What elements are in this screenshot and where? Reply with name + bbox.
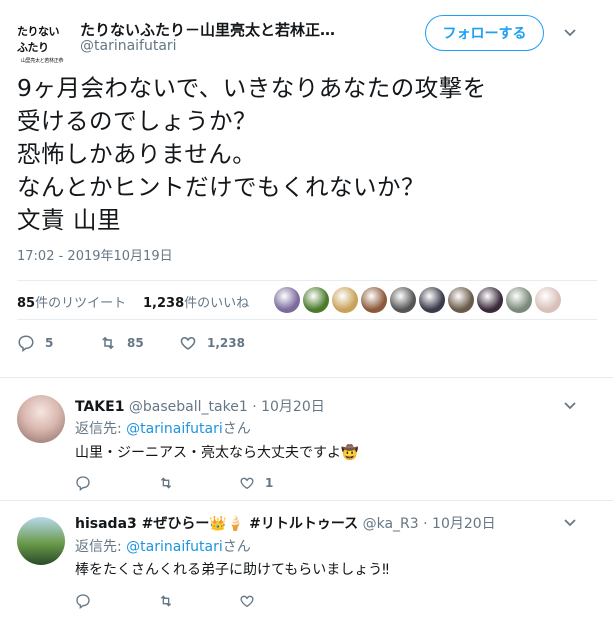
reply-text: 山里・ジーニアス・亮太なら大丈夫ですよ🤠 <box>75 445 359 461</box>
retweet-stat-label: 件のリツイート <box>35 296 127 311</box>
avatar-logo-text: たりないふたり <box>17 24 60 54</box>
avatar[interactable] <box>17 517 65 565</box>
tweet-line: 受けるのでしょうか？ <box>17 107 257 135</box>
tweet-line: なんとかヒントだけでもくれないか？ <box>17 173 425 201</box>
retweet-count: 85 <box>127 336 144 350</box>
liker-avatar-8[interactable] <box>477 287 503 313</box>
follow-button[interactable]: フォローする <box>425 15 544 51</box>
reply-action[interactable] <box>75 475 101 491</box>
reply-icon <box>18 335 34 352</box>
heart-icon <box>240 595 254 608</box>
reply-to-line: 返信先: @tarinaifutariさん <box>75 418 251 438</box>
reply-to-suffix: さん <box>222 539 251 555</box>
reply-date[interactable]: 10月20日 <box>261 399 325 415</box>
liker-avatar-5[interactable] <box>390 287 416 313</box>
liker-avatar-7[interactable] <box>448 287 474 313</box>
chevron-down-icon[interactable] <box>562 25 578 41</box>
reply-header: hisada3 #ぜひらー👑🍦 #リトルトゥース @ka_R3 · 10月20日 <box>75 513 496 533</box>
reply-tweet[interactable]: hisada3 #ぜひらー👑🍦 #リトルトゥース @ka_R3 · 10月20日… <box>0 501 613 629</box>
reply-to-prefix: 返信先: <box>75 539 127 555</box>
liker-avatar-3[interactable] <box>332 287 358 313</box>
reply-actions: 1 <box>75 475 375 493</box>
like-action[interactable] <box>239 593 265 609</box>
retweet-stat[interactable]: 85件のリツイート <box>17 292 126 311</box>
reply-separator: · <box>252 399 257 415</box>
author-name[interactable]: たりないふたり－山里亮太と若林正… <box>80 19 395 40</box>
liker-avatar-2[interactable] <box>303 287 329 313</box>
like-count: 1 <box>265 476 274 490</box>
tweet-text: 9ヶ月会わないで、いきなりあなたの攻撃を 受けるのでしょうか？ 恐怖しかありませ… <box>17 72 597 237</box>
like-stat-count: 1,238 <box>143 296 185 311</box>
reply-to-line: 返信先: @tarinaifutariさん <box>75 536 251 556</box>
author-avatar[interactable]: たりないふたり 山里亮太と若林正恭 <box>17 18 67 68</box>
reply-action[interactable]: 5 <box>17 334 53 352</box>
reply-count: 5 <box>45 336 54 350</box>
retweet-action[interactable]: 85 <box>99 334 144 352</box>
reply-icon <box>76 594 90 609</box>
main-tweet: たりないふたり 山里亮太と若林正恭 たりないふたり－山里亮太と若林正… @tar… <box>0 0 613 378</box>
reply-tweet[interactable]: TAKE1 @baseball_take1 · 10月20日 返信先: @tar… <box>0 378 613 501</box>
tweet-actions: 5 85 1,238 <box>17 334 597 354</box>
reply-to-mention[interactable]: @tarinaifutari <box>126 539 223 555</box>
liker-avatar-1[interactable] <box>274 287 300 313</box>
reply-to-mention[interactable]: @tarinaifutari <box>126 421 223 437</box>
tweet-line: 9ヶ月会わないで、いきなりあなたの攻撃を <box>17 74 487 102</box>
reply-header: TAKE1 @baseball_take1 · 10月20日 <box>75 396 325 416</box>
reply-to-prefix: 返信先: <box>75 421 127 437</box>
like-count: 1,238 <box>207 336 245 350</box>
heart-icon <box>180 336 196 350</box>
reply-author-name[interactable]: TAKE1 <box>75 399 124 415</box>
retweet-icon <box>160 477 172 489</box>
reply-date[interactable]: 10月20日 <box>432 516 496 532</box>
reply-action[interactable] <box>75 593 101 609</box>
retweet-action[interactable] <box>158 593 184 609</box>
retweet-action[interactable] <box>158 475 184 491</box>
like-action[interactable]: 1 <box>239 475 273 491</box>
chevron-down-icon[interactable] <box>562 398 578 414</box>
reply-actions <box>75 593 375 611</box>
liker-avatar-9[interactable] <box>506 287 532 313</box>
reply-icon <box>76 476 90 491</box>
liker-avatar-10[interactable] <box>535 287 561 313</box>
liker-avatar-6[interactable] <box>419 287 445 313</box>
like-stat-label: 件のいいね <box>184 296 250 311</box>
reply-text: 棒をたくさんくれる弟子に助けてもらいましょう‼ <box>75 562 390 578</box>
reply-separator: · <box>423 516 428 532</box>
tweet-stats: 85件のリツイート 1,238件のいいね <box>17 280 597 320</box>
retweet-icon <box>102 336 114 350</box>
like-action[interactable]: 1,238 <box>179 334 245 352</box>
chevron-down-icon[interactable] <box>562 515 578 531</box>
heart-icon <box>240 477 254 490</box>
reply-to-suffix: さん <box>222 421 251 437</box>
avatar[interactable] <box>17 395 65 443</box>
reply-author-handle[interactable]: @baseball_take1 <box>129 399 248 415</box>
reply-author-name[interactable]: hisada3 #ぜひらー👑🍦 #リトルトゥース <box>75 516 358 532</box>
avatar-logo-subtext: 山里亮太と若林正恭 <box>20 57 64 64</box>
retweet-icon <box>160 595 172 607</box>
tweet-timestamp[interactable]: 17:02 - 2019年10月19日 <box>17 245 173 264</box>
reply-author-handle[interactable]: @ka_R3 <box>363 516 419 532</box>
tweet-line: 恐怖しかありません。 <box>17 140 257 168</box>
tweet-line: 文責 山里 <box>17 206 121 234</box>
liker-avatar-4[interactable] <box>361 287 387 313</box>
author-handle[interactable]: @tarinaifutari <box>80 38 177 54</box>
retweet-stat-count: 85 <box>17 296 36 311</box>
like-stat[interactable]: 1,238件のいいね <box>143 292 249 311</box>
